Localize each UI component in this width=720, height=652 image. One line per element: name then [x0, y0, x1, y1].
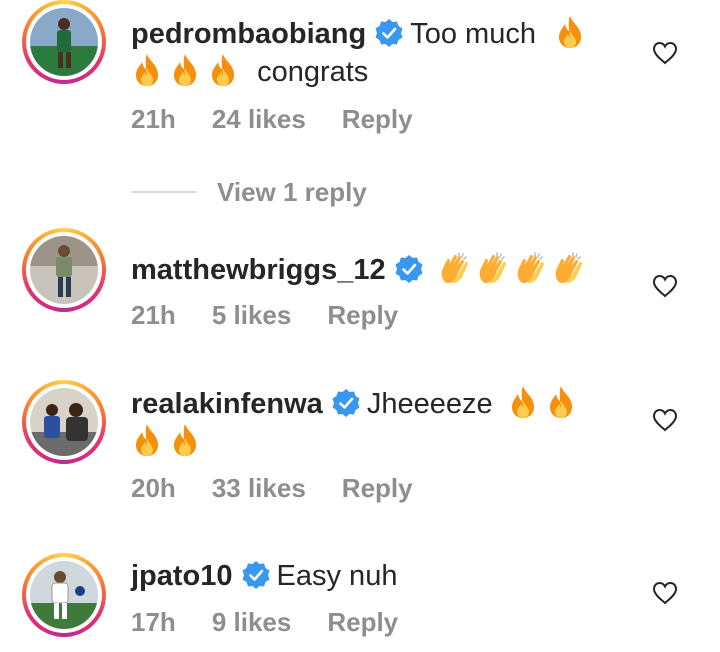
timestamp[interactable]: 21h — [131, 104, 176, 134]
reply-button[interactable]: Reply — [327, 607, 398, 637]
comment-body-continued: congrats — [257, 56, 369, 88]
comment-body: Easy nuh — [276, 560, 398, 592]
username[interactable]: realakinfenwa — [131, 388, 323, 420]
view-replies-label: View 1 reply — [217, 176, 367, 207]
likes-count[interactable]: 9 likes — [212, 607, 292, 637]
clapping-hands-emoji — [514, 251, 546, 285]
avatar-photo — [30, 561, 98, 629]
verified-badge-icon — [394, 254, 424, 284]
avatar-photo — [30, 388, 98, 456]
username[interactable]: matthewbriggs_12 — [131, 254, 386, 286]
avatar[interactable] — [22, 553, 106, 637]
avatar-photo — [30, 8, 98, 76]
timestamp[interactable]: 17h — [131, 607, 176, 637]
comment-text: matthewbriggs_12 — [131, 251, 631, 289]
fire-emoji — [169, 423, 201, 457]
fire-emoji — [207, 53, 239, 87]
divider — [131, 191, 197, 193]
clapping-hands-emoji — [552, 251, 584, 285]
comment-meta: 21h 24 likes Reply — [131, 104, 449, 135]
likes-count[interactable]: 33 likes — [212, 473, 306, 503]
fire-emoji — [545, 385, 577, 419]
comment-meta: 20h 33 likes Reply — [131, 473, 449, 504]
fire-emoji — [169, 53, 201, 87]
clapping-hands-emoji — [438, 251, 470, 285]
timestamp[interactable]: 21h — [131, 300, 176, 330]
timestamp[interactable]: 20h — [131, 473, 176, 503]
heart-icon[interactable] — [652, 41, 678, 65]
heart-icon[interactable] — [652, 274, 678, 298]
comment-body: Too much — [410, 18, 536, 50]
username[interactable]: pedrombaobiang — [131, 18, 366, 50]
verified-badge-icon — [241, 560, 271, 590]
likes-count[interactable]: 24 likes — [212, 104, 306, 134]
avatar[interactable] — [22, 380, 106, 464]
view-replies-button[interactable]: View 1 reply — [131, 175, 367, 209]
fire-emoji — [554, 15, 586, 49]
username[interactable]: jpato10 — [131, 560, 233, 592]
fire-emoji — [131, 423, 163, 457]
reply-button[interactable]: Reply — [342, 473, 413, 503]
reply-button[interactable]: Reply — [327, 300, 398, 330]
avatar[interactable] — [22, 228, 106, 312]
fire-emoji — [131, 53, 163, 87]
comment-body: Jheeeeze — [366, 388, 493, 420]
likes-count[interactable]: 5 likes — [212, 300, 292, 330]
verified-badge-icon — [331, 388, 361, 418]
comment-text: jpato10 Easy nuh — [131, 557, 631, 595]
comment-text: realakinfenwa Jheeeeze — [131, 385, 631, 461]
verified-badge-icon — [374, 18, 404, 48]
reply-button[interactable]: Reply — [342, 104, 413, 134]
heart-icon[interactable] — [652, 408, 678, 432]
comment-text: pedrombaobiang Too much congrats — [131, 15, 631, 91]
clapping-hands-emoji — [476, 251, 508, 285]
fire-emoji — [507, 385, 539, 419]
avatar-photo — [30, 236, 98, 304]
comment-meta: 17h 9 likes Reply — [131, 607, 434, 638]
heart-icon[interactable] — [652, 581, 678, 605]
avatar[interactable] — [22, 0, 106, 84]
comment-meta: 21h 5 likes Reply — [131, 300, 434, 331]
